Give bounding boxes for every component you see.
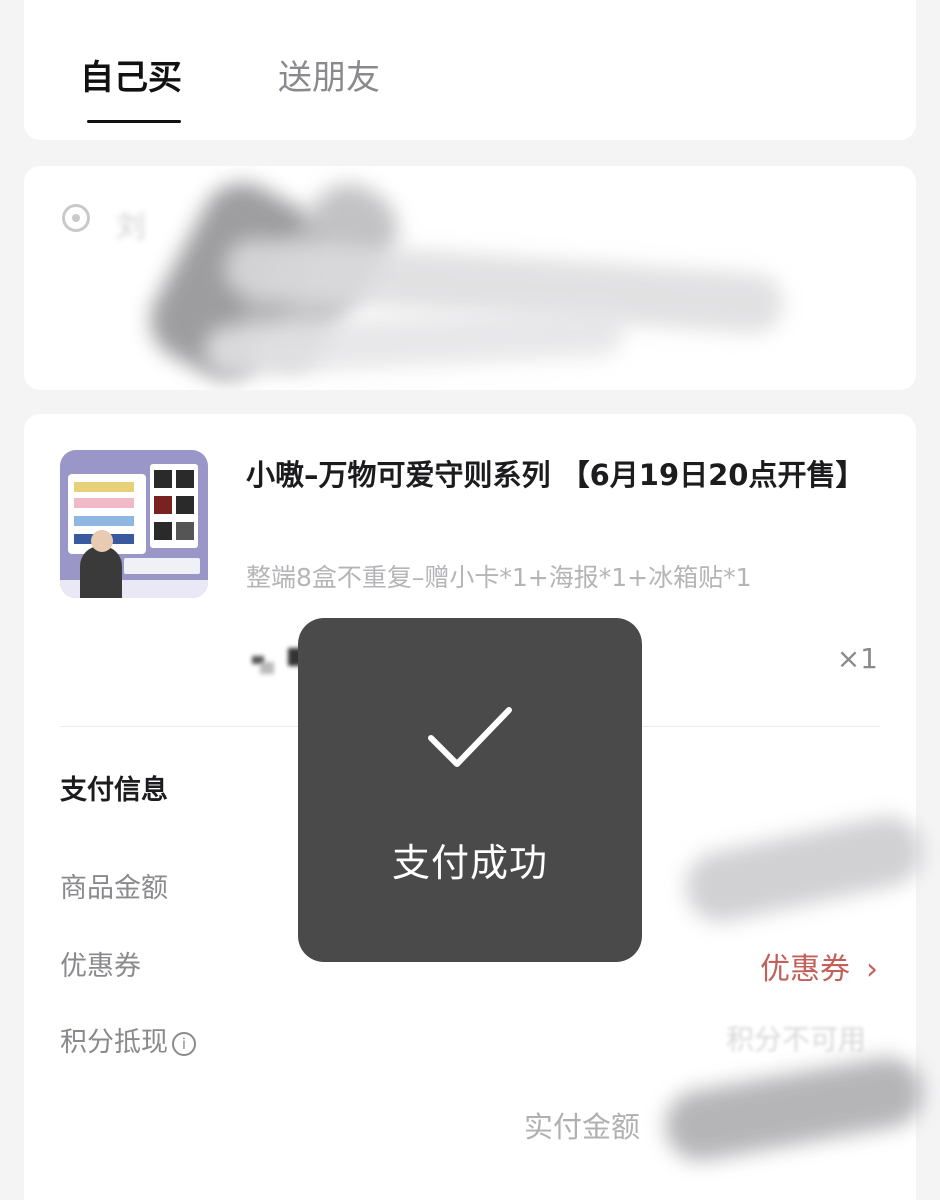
product-image[interactable] xyxy=(60,450,208,598)
bonus-cards-illustration xyxy=(150,464,198,548)
order-type-tabs: 自己买 送朋友 xyxy=(24,0,916,140)
points-row: 积分抵现 i xyxy=(60,1020,196,1059)
location-icon xyxy=(62,204,90,232)
payment-info-title: 支付信息 xyxy=(60,775,168,806)
info-icon[interactable]: i xyxy=(172,1031,196,1056)
coupon-label: 优惠券 xyxy=(60,951,141,982)
tab-self-buy[interactable]: 自己买 xyxy=(80,56,182,100)
tab-gift-friend[interactable]: 送朋友 xyxy=(278,56,380,100)
coupon-selector[interactable]: 优惠券 › xyxy=(760,944,878,988)
address-text: 刘 xyxy=(116,210,146,245)
product-title[interactable]: 小嗷–万物可爱守则系列 【6月19日20点开售】 xyxy=(246,452,886,498)
product-spec: 整端8盒不重复–赠小卡*1+海报*1+冰箱贴*1 xyxy=(246,563,752,592)
price-redacted xyxy=(252,646,310,676)
product-image-caption xyxy=(124,558,200,574)
product-image-person xyxy=(80,530,122,598)
product-quantity: ×1 xyxy=(836,642,878,675)
toast-message: 支付成功 xyxy=(391,841,548,885)
redaction-scribble xyxy=(679,809,929,929)
active-tab-indicator xyxy=(87,120,181,123)
address-card[interactable]: 刘 xyxy=(24,166,916,390)
payment-success-toast: 支付成功 xyxy=(298,618,642,962)
checkmark-icon xyxy=(428,707,512,767)
chevron-right-icon: › xyxy=(866,952,878,987)
points-value: 积分不可用 xyxy=(725,1023,866,1056)
points-label: 积分抵现 xyxy=(60,1027,168,1058)
coupon-value: 优惠券 xyxy=(760,952,850,987)
redaction-scribble xyxy=(659,1051,929,1167)
goods-amount-label: 商品金额 xyxy=(60,873,168,904)
paid-amount-label: 实付金额 xyxy=(524,1110,641,1144)
